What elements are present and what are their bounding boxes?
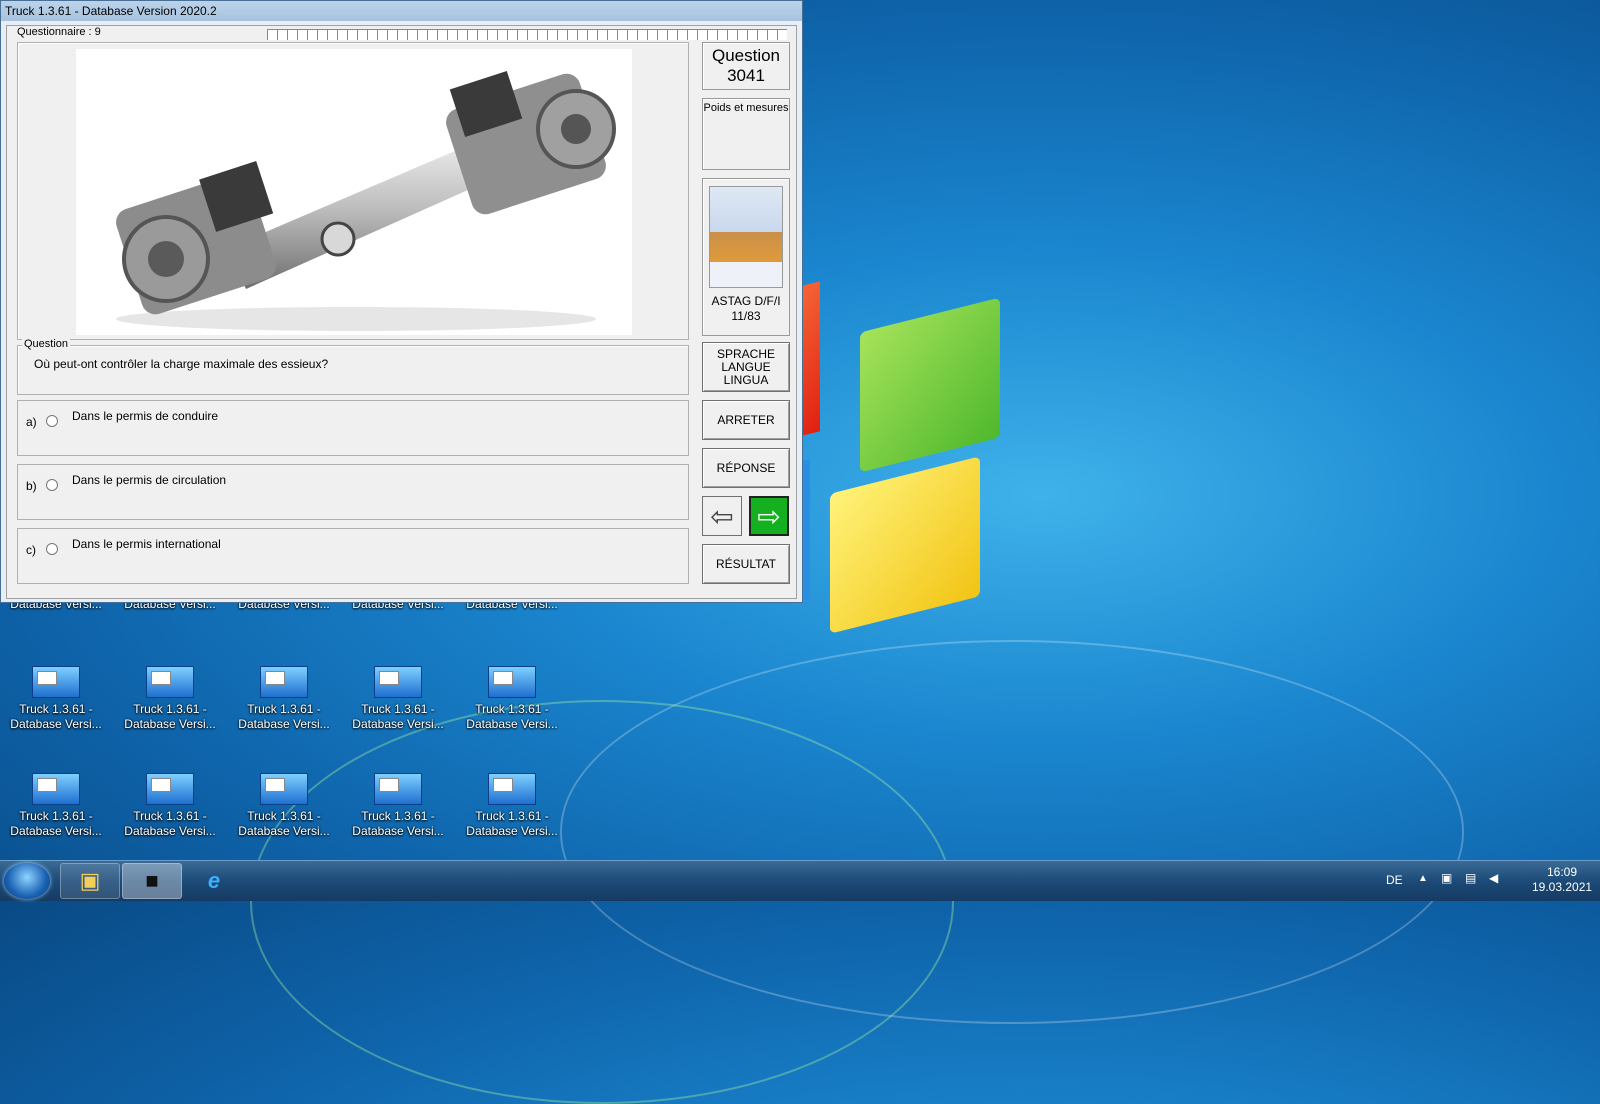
desktop-icon-truck[interactable]: Truck 1.3.61 - Database Versi...	[117, 773, 223, 839]
answer-text: Dans le permis de conduire	[72, 409, 219, 423]
desktop-icon-truck[interactable]: Truck 1.3.61 - Database Versi...	[231, 666, 337, 732]
truck-app-icon	[260, 666, 308, 698]
question-panel: Où peut-ont contrôler la charge maximale…	[17, 345, 689, 395]
answer-text: Dans le permis international	[72, 537, 221, 551]
book-cover-image	[709, 186, 783, 288]
desktop-icon-truck[interactable]: Truck 1.3.61 - Database Versi...	[345, 773, 451, 839]
question-number: 3041	[727, 66, 765, 85]
network-icon[interactable]: ▤	[1465, 871, 1476, 885]
book-box: ASTAG D/F/I 11/83	[702, 178, 790, 336]
clock-time: 16:09	[1546, 865, 1578, 879]
truck-axle-image	[116, 70, 616, 331]
truck-app-icon	[488, 666, 536, 698]
truck-app-icon	[32, 773, 80, 805]
answer-button[interactable]: RÉPONSE	[702, 448, 790, 488]
desktop-icon-truck[interactable]: Truck 1.3.61 - Database Versi...	[231, 773, 337, 839]
truck-app-icon	[374, 773, 422, 805]
clock[interactable]: 16:09 19.03.2021	[1532, 865, 1592, 895]
answer-radio[interactable]	[46, 543, 58, 555]
stop-button[interactable]: ARRETER	[702, 400, 790, 440]
desktop-icon-truck[interactable]: Truck 1.3.61 - Database Versi...	[117, 666, 223, 732]
image-panel	[17, 42, 689, 340]
language-button[interactable]: SPRACHE LANGUE LINGUA	[702, 342, 790, 392]
truck-app-icon	[32, 666, 80, 698]
category-label: Poids et mesures	[703, 102, 789, 114]
desktop-icon-truck[interactable]: Truck 1.3.61 - Database Versi...	[459, 666, 565, 732]
book-label: ASTAG D/F/I	[711, 294, 781, 308]
truck-app-icon	[146, 773, 194, 805]
questionnaire-progress	[267, 29, 787, 40]
show-hidden-icons-icon[interactable]: ▲	[1418, 873, 1428, 884]
category-box: Poids et mesures	[702, 98, 790, 170]
truck-app-icon	[374, 666, 422, 698]
truck-app-icon	[146, 666, 194, 698]
clock-date: 19.03.2021	[1532, 880, 1593, 894]
next-button[interactable]: ⇨	[749, 496, 789, 536]
language-indicator[interactable]: DE	[1386, 873, 1403, 887]
previous-button[interactable]: ⇦	[702, 496, 742, 536]
answer-letter: b)	[26, 479, 37, 493]
answer-text: Dans le permis de circulation	[72, 473, 227, 487]
app-window: Truck 1.3.61 - Database Version 2020.2 Q…	[0, 0, 803, 603]
question-text: Où peut-ont contrôler la charge maximale…	[34, 357, 329, 371]
forward-arrow-icon: ⇨	[757, 500, 781, 532]
explorer-folder-icon[interactable]: ▣	[60, 863, 120, 899]
back-arrow-icon: ⇦	[710, 500, 734, 532]
wallpaper-streak	[250, 700, 954, 1104]
truck-app-icon[interactable]: ■	[122, 863, 182, 899]
windows-start-icon[interactable]	[4, 863, 50, 899]
desktop-icon-truck[interactable]: Truck 1.3.61 - Database Versi...	[345, 666, 451, 732]
desktop-icon-truck[interactable]: Truck 1.3.61 - Database Versi...	[3, 666, 109, 732]
question-number-box: Question 3041	[702, 42, 790, 90]
question-group-label: Question	[22, 338, 71, 350]
questionnaire-label: Questionnaire : 9	[15, 26, 103, 38]
answer-radio[interactable]	[46, 479, 58, 491]
window-client: Questionnaire : 9 Où peut-ont contrôler …	[6, 25, 797, 599]
question-title: Question	[711, 46, 781, 65]
book-reference: 11/83	[731, 309, 761, 323]
device-icon[interactable]: ▣	[1441, 871, 1452, 885]
windows-wallpaper-logo	[790, 281, 1010, 634]
window-title[interactable]: Truck 1.3.61 - Database Version 2020.2	[1, 1, 802, 21]
answer-letter: c)	[26, 543, 36, 557]
truck-app-icon	[260, 773, 308, 805]
answer-option-c[interactable]: c) Dans le permis international	[17, 528, 689, 584]
desktop-icon-truck[interactable]: Truck 1.3.61 - Database Versi...	[459, 773, 565, 839]
taskbar: ▣ ■ e DE ▲ ▣ ▤ ◀ 16:09 19.03.2021	[0, 860, 1600, 901]
question-image	[76, 49, 632, 335]
truck-app-icon	[488, 773, 536, 805]
answer-letter: a)	[26, 415, 37, 429]
internet-explorer-icon[interactable]: e	[184, 863, 244, 899]
answer-radio[interactable]	[46, 415, 58, 427]
answer-option-a[interactable]: a) Dans le permis de conduire	[17, 400, 689, 456]
result-button[interactable]: RÉSULTAT	[702, 544, 790, 584]
answer-option-b[interactable]: b) Dans le permis de circulation	[17, 464, 689, 520]
desktop-icon-truck[interactable]: Truck 1.3.61 - Database Versi...	[3, 773, 109, 839]
volume-icon[interactable]: ◀	[1489, 871, 1498, 885]
